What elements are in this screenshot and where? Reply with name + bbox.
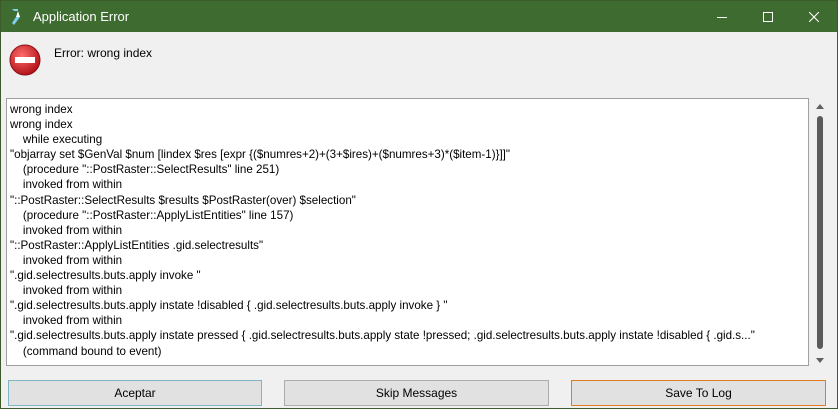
minimize-icon (717, 16, 727, 18)
scroll-down-button[interactable] (811, 352, 829, 368)
scrollbar-thumb[interactable] (817, 116, 823, 349)
skip-messages-button[interactable]: Skip Messages (284, 380, 549, 406)
close-button[interactable] (791, 1, 837, 32)
maximize-button[interactable] (745, 1, 791, 32)
app-logo-icon (9, 8, 23, 26)
log-line: wrong index (10, 118, 73, 132)
log-line: ".gid.selectresults.buts.apply invoke " (10, 269, 201, 283)
log-line: (procedure "::PostRaster::SelectResults"… (10, 163, 280, 177)
scroll-down-arrow-icon (816, 357, 824, 363)
log-line: ".gid.selectresults.buts.apply instate p… (10, 329, 755, 343)
log-line: "::PostRaster::ApplyListEntities .gid.se… (10, 238, 264, 252)
error-stop-icon (8, 43, 42, 77)
window-title: Application Error (33, 9, 130, 24)
close-icon (809, 11, 819, 22)
accept-button[interactable]: Aceptar (8, 380, 262, 406)
log-line: (procedure "::PostRaster::ApplyListEntit… (10, 208, 294, 222)
vertical-scrollbar[interactable] (811, 98, 829, 368)
error-message: Error: wrong index (54, 46, 153, 60)
log-line: invoked from within (10, 314, 123, 328)
log-line: ".gid.selectresults.buts.apply instate !… (10, 299, 448, 313)
log-line: (command bound to event) (10, 344, 162, 358)
application-error-window: Application Error Error: wrong index wro… (0, 0, 838, 409)
log-line: "::PostRaster::SelectResults $results $P… (10, 193, 356, 207)
save-to-log-button[interactable]: Save To Log (571, 380, 826, 406)
title-bar[interactable]: Application Error (1, 1, 837, 32)
scroll-up-button[interactable] (811, 98, 829, 114)
log-line: "objarray set $GenVal $num [lindex $res … (10, 148, 511, 162)
log-line: invoked from within (10, 223, 123, 237)
maximize-icon (763, 11, 773, 22)
log-line: while executing (10, 133, 103, 147)
log-line: invoked from within (10, 284, 123, 298)
stack-trace: wrong index wrong index while executing "o… (7, 99, 808, 359)
log-line: invoked from within (10, 178, 123, 192)
log-line: invoked from within (10, 253, 123, 267)
log-line: wrong index (10, 103, 73, 116)
error-header: Error: wrong index (1, 32, 837, 98)
scroll-up-arrow-icon (816, 103, 824, 109)
error-details-text[interactable]: wrong index wrong index while executing "o… (6, 98, 809, 366)
minimize-button[interactable] (699, 1, 745, 32)
